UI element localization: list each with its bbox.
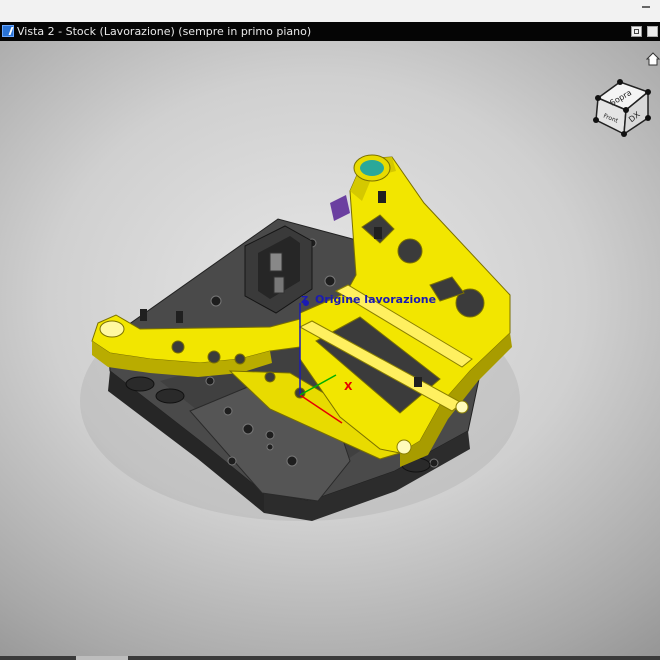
origin-label: Origine lavorazione xyxy=(315,293,437,306)
cad-model-scene[interactable] xyxy=(0,41,660,656)
app-logo-icon xyxy=(2,25,14,37)
view-cube[interactable]: Sopra Front DX xyxy=(590,62,660,150)
x-axis-label: X xyxy=(344,380,353,393)
bottom-tab[interactable] xyxy=(76,656,128,660)
float-window-button[interactable] xyxy=(631,26,642,37)
z-axis-label: Z xyxy=(301,295,309,306)
3d-viewport[interactable]: Origine lavorazione X Z Sopra Front DX xyxy=(0,41,660,656)
minimize-icon[interactable] xyxy=(642,6,650,8)
bottom-bar xyxy=(0,656,660,660)
view-title: Vista 2 - Stock (Lavorazione) (sempre in… xyxy=(17,25,312,38)
restore-window-button[interactable] xyxy=(647,26,658,37)
top-strip xyxy=(0,0,660,23)
view-title-bar: Vista 2 - Stock (Lavorazione) (sempre in… xyxy=(0,22,660,41)
